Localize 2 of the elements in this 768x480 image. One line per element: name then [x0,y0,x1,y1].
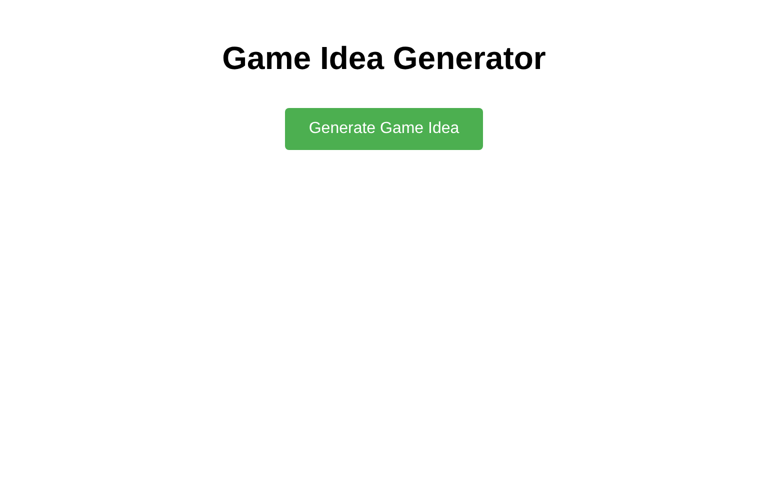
page-title: Game Idea Generator [222,40,546,77]
generate-button[interactable]: Generate Game Idea [285,108,483,150]
